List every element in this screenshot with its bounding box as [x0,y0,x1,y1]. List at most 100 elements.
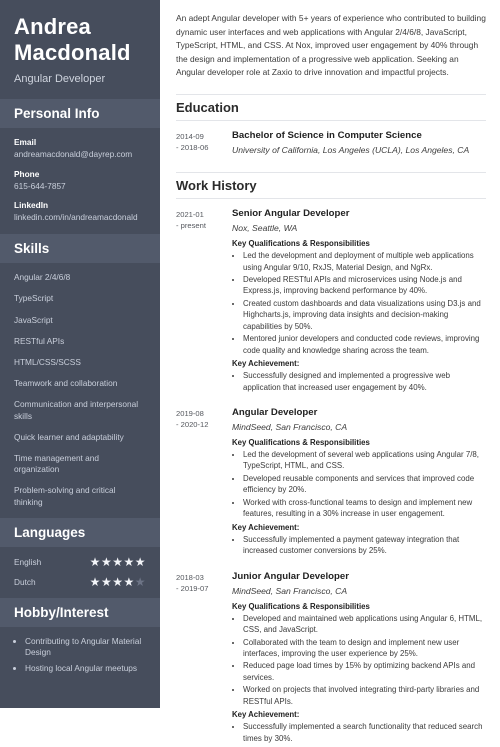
education-heading: Education [176,94,486,122]
qualification-item: Developed RESTful APIs and microservices… [243,274,486,297]
education-institution: University of California, Los Angeles (U… [232,145,470,156]
work-entry-body: Senior Angular Developer Nox, Seattle, W… [232,208,486,396]
work-company: Nox, Seattle, WA [232,223,298,234]
languages-heading: Languages [0,517,160,547]
first-name: Andrea [14,14,91,39]
education-entry-dates: 2014-09- 2018-06 [176,132,209,153]
star-empty-icon: ★ [134,574,146,589]
qualifications-heading: Key Qualifications & Responsibilities [232,438,370,448]
hobby-item: Hosting local Angular meetups [25,663,146,675]
work-history-section: Work History 2021-01- present Senior Ang… [176,172,486,747]
email-label: Email [14,136,37,147]
star-filled-icon: ★ [123,574,135,589]
star-filled-icon: ★ [134,554,146,569]
hobby-list: Contributing to Angular Material Design … [14,636,146,675]
work-entry: 2021-01- present Senior Angular Develope… [176,208,486,396]
star-filled-icon: ★ [100,554,113,569]
education-degree: Bachelor of Science in Computer Science [232,130,422,142]
professional-summary: An adept Angular developer with 5+ years… [176,13,486,78]
language-name: English [14,556,42,567]
sidebar: Andrea Macdonald Angular Developer Perso… [0,0,160,708]
phone-value[interactable]: 615-644-7857 [14,181,146,192]
language-row: English ★★★★★ [14,556,146,568]
languages-list: English ★★★★★ Dutch ★★★★★ [0,547,160,598]
work-company: MindSeed, San Francisco, CA [232,422,348,433]
work-job-title: Junior Angular Developer [232,570,349,582]
work-entry: 2019-08- 2020-12 Angular Developer MindS… [176,407,486,560]
qualification-item: Developed reusable components and servic… [243,473,486,496]
work-entry-dates: 2019-08- 2020-12 [176,409,209,430]
qualifications-list: Led the development of several web appli… [232,449,486,520]
resume-page: Andrea Macdonald Angular Developer Perso… [0,0,500,743]
qualification-item: Developed and maintained web application… [243,613,486,636]
qualification-item: Led the development of several web appli… [243,449,486,472]
personal-info-heading: Personal Info [0,98,160,128]
skill-item: Time management and organization [14,452,100,475]
candidate-job-title: Angular Developer [14,72,106,85]
skills-heading: Skills [0,234,160,264]
skill-item: HTML/CSS/SCSS [14,357,81,367]
work-job-title: Angular Developer [232,407,318,419]
personal-info-list: Email andreamacdonald@dayrep.com Phone 6… [0,128,160,234]
hobby-heading: Hobby/Interest [0,597,160,627]
star-filled-icon: ★ [89,574,101,589]
email-value[interactable]: andreamacdonald@dayrep.com [14,149,146,160]
candidate-name: Andrea Macdonald [14,14,146,66]
language-row: Dutch ★★★★★ [14,576,146,588]
skill-item: Quick learner and adaptability [14,431,124,442]
star-filled-icon: ★ [100,574,113,589]
qualification-item: Reduced page load times by 15% by optimi… [243,660,486,683]
achievement-heading: Key Achievement: [232,522,300,532]
qualification-item: Worked with cross-functional teams to de… [243,497,486,520]
star-filled-icon: ★ [89,554,101,569]
qualifications-list: Developed and maintained web application… [232,613,486,708]
qualifications-list: Led the development and deployment of mu… [232,250,486,356]
qualification-item: Collaborated with the team to design and… [243,637,486,660]
skill-item: Problem-solving and critical thinking [14,485,116,507]
hobby-list-wrap: Contributing to Angular Material Design … [0,627,160,688]
education-entry: 2014-09- 2018-06 Bachelor of Science in … [176,130,486,161]
achievement-item: Successfully implemented a search functi… [243,721,486,744]
personal-info-item-email: Email andreamacdonald@dayrep.com [14,137,146,160]
work-entry: 2018-03- 2019-07 Junior Angular Develope… [176,571,486,747]
work-entry-body: Angular Developer MindSeed, San Francisc… [232,407,486,560]
star-filled-icon: ★ [112,554,124,569]
achievement-item: Successfully designed and implemented a … [243,370,486,393]
work-entry-dates: 2018-03- 2019-07 [176,572,209,594]
achievement-heading: Key Achievement: [232,359,300,369]
last-name: Macdonald [14,39,131,65]
star-filled-icon: ★ [123,554,135,569]
personal-info-item-phone: Phone 615-644-7857 [14,169,146,192]
language-rating-stars: ★★★★★ [90,576,146,588]
achievement-list: Successfully implemented a payment gatew… [232,534,486,557]
education-entry-body: Bachelor of Science in Computer Science … [232,130,486,161]
skills-list: Angular 2/4/6/8 TypeScript JavaScript RE… [0,263,160,517]
qualifications-heading: Key Qualifications & Responsibilities [232,239,370,249]
skill-item: Communication and interpersonal skills [14,399,139,421]
qualification-item: Led the development and deployment of mu… [243,250,486,273]
education-section: Education 2014-09- 2018-06 Bachelor of S… [176,94,486,161]
skill-item: Angular 2/4/6/8 [14,272,71,283]
skill-item: TypeScript [14,293,54,304]
skill-item: Teamwork and collaboration [14,378,118,389]
work-company: MindSeed, San Francisco, CA [232,585,348,596]
qualification-item: Created custom dashboards and data visua… [243,298,486,332]
work-history-heading: Work History [176,172,486,200]
qualification-item: Mentored junior developers and conducted… [243,333,486,356]
work-entry-dates: 2021-01- present [176,210,206,231]
identity-block: Andrea Macdonald Angular Developer [0,0,160,99]
personal-info-item-linkedin: LinkedIn linkedin.com/in/andreamacdonald [14,200,146,223]
achievement-list: Successfully implemented a search functi… [232,721,486,744]
skill-item: JavaScript [14,314,53,325]
work-entry-body: Junior Angular Developer MindSeed, San F… [232,571,486,747]
linkedin-value[interactable]: linkedin.com/in/andreamacdonald [14,212,146,223]
achievement-list: Successfully designed and implemented a … [232,370,486,393]
qualification-item: Worked on projects that involved integra… [243,684,486,707]
hobby-item: Contributing to Angular Material Design [25,636,146,659]
star-filled-icon: ★ [112,574,124,589]
phone-label: Phone [14,168,40,179]
work-job-title: Senior Angular Developer [232,208,350,220]
achievement-heading: Key Achievement: [232,710,300,720]
language-rating-stars: ★★★★★ [90,556,146,568]
qualifications-heading: Key Qualifications & Responsibilities [232,601,370,611]
